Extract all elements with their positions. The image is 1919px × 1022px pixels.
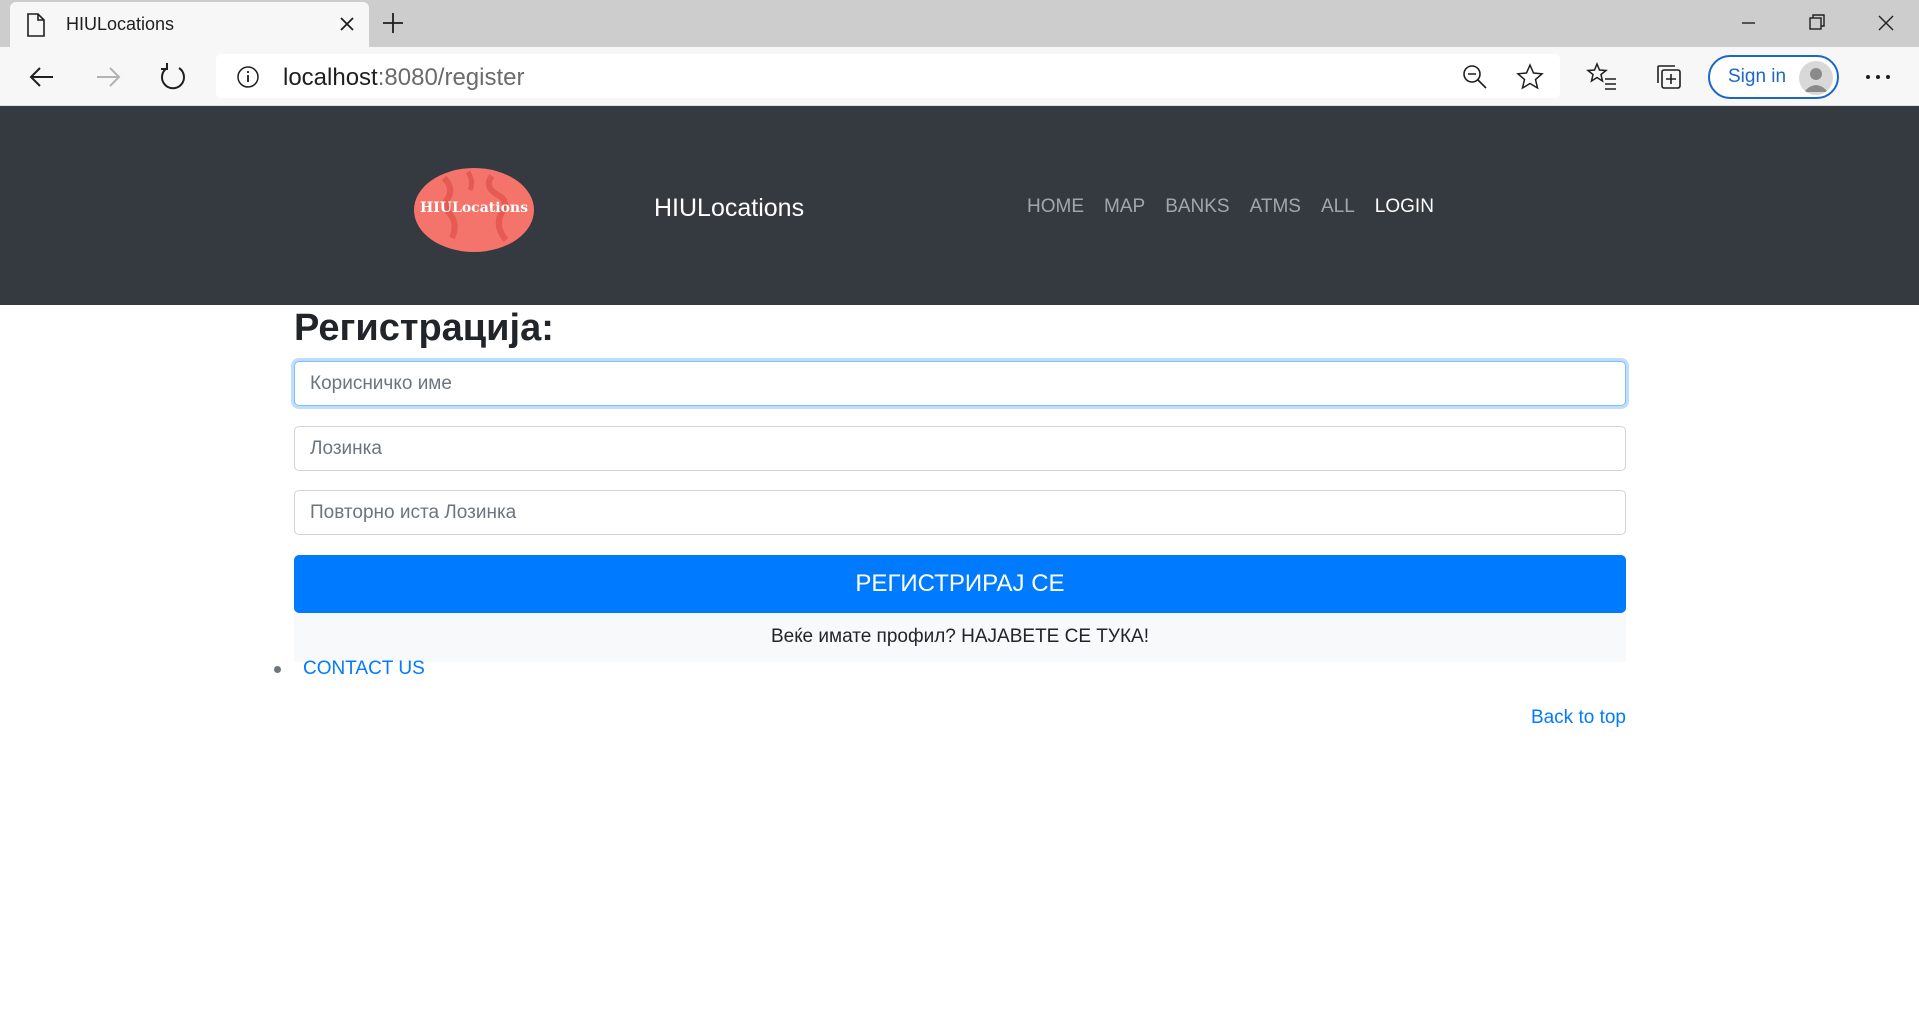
reload-icon[interactable] xyxy=(157,61,189,93)
avatar-icon xyxy=(1799,61,1833,95)
nav-all[interactable]: ALL xyxy=(1321,196,1355,218)
footer-links: CONTACT US xyxy=(274,658,425,680)
forward-icon[interactable] xyxy=(92,61,124,93)
url-text[interactable]: localhost:8080/register xyxy=(283,64,525,92)
sign-in-button[interactable]: Sign in xyxy=(1708,55,1839,99)
brand-name[interactable]: HIULocations xyxy=(654,194,804,223)
register-button[interactable]: РЕГИСТРИРАЈ СЕ xyxy=(294,555,1626,613)
repeat-password-field[interactable] xyxy=(294,490,1626,535)
bullet xyxy=(274,666,281,673)
zoom-out-icon[interactable] xyxy=(1462,64,1488,90)
login-link[interactable]: Веќе имате профил? НАЈАВЕТЕ СЕ ТУКА! xyxy=(294,613,1626,662)
page-icon xyxy=(27,13,45,37)
address-bar[interactable]: localhost:8080/register xyxy=(216,54,1560,98)
logo-text: HIULocations xyxy=(420,200,528,216)
main-nav: HOME MAP BANKS ATMS ALL LOGIN xyxy=(1027,196,1434,218)
close-window-icon[interactable] xyxy=(1865,8,1905,38)
info-icon[interactable] xyxy=(236,65,260,89)
collections-icon[interactable] xyxy=(1654,61,1686,93)
nav-banks[interactable]: BANKS xyxy=(1165,196,1229,218)
tab-title: HIULocations xyxy=(66,14,175,34)
nav-atms[interactable]: ATMS xyxy=(1250,196,1301,218)
list-item: CONTACT US xyxy=(274,658,425,680)
close-tab-icon[interactable] xyxy=(336,13,358,35)
site-logo[interactable]: HIULocations xyxy=(414,168,534,252)
password-field[interactable] xyxy=(294,426,1626,471)
browser-toolbar: localhost:8080/register Sign in xyxy=(0,47,1919,106)
minimize-icon[interactable] xyxy=(1728,8,1768,38)
page-title: Регистрација: xyxy=(294,307,554,349)
restore-icon[interactable] xyxy=(1796,8,1836,38)
back-icon[interactable] xyxy=(26,61,58,93)
new-tab-icon[interactable] xyxy=(380,10,406,36)
favorites-icon[interactable] xyxy=(1586,61,1618,93)
nav-login[interactable]: LOGIN xyxy=(1375,196,1434,218)
sign-in-label: Sign in xyxy=(1728,66,1787,87)
favorite-star-icon[interactable] xyxy=(1516,63,1544,91)
site-header: HIULocations HIULocations HOME MAP BANKS… xyxy=(0,106,1919,305)
back-to-top-link[interactable]: Back to top xyxy=(1531,707,1626,729)
contact-us-link[interactable]: CONTACT US xyxy=(303,658,425,679)
browser-tab-bar: HIULocations xyxy=(0,0,1919,47)
username-field[interactable] xyxy=(294,361,1626,406)
more-options-icon[interactable] xyxy=(1862,61,1894,93)
nav-home[interactable]: HOME xyxy=(1027,196,1084,218)
browser-tab[interactable]: HIULocations xyxy=(10,2,369,47)
nav-map[interactable]: MAP xyxy=(1104,196,1145,218)
